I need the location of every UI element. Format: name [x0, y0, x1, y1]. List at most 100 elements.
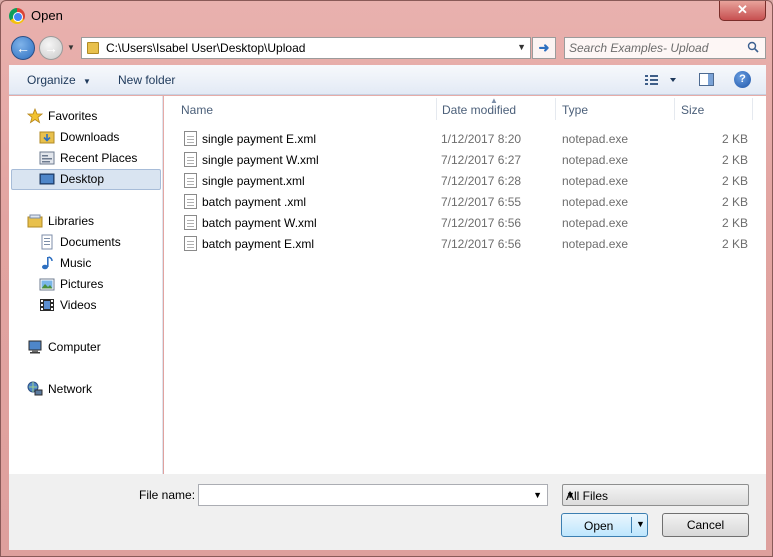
file-name-combobox[interactable]: ▼ — [198, 484, 548, 506]
xml-file-icon — [184, 173, 197, 188]
recent-places-icon — [39, 151, 55, 165]
chevron-down-icon: ▼ — [83, 77, 91, 86]
sidebar-item-label: Computer — [48, 340, 101, 354]
open-dialog: Open ✕ ← → ▼ C:\Users\Isabel User\Deskto… — [0, 0, 773, 557]
computer-icon — [28, 340, 42, 354]
go-button[interactable]: ➜ — [532, 37, 556, 59]
help-icon[interactable]: ? — [734, 71, 751, 88]
documents-icon — [41, 234, 53, 250]
sidebar-item-label: Recent Places — [60, 151, 138, 165]
file-size: 2 KB — [721, 174, 748, 188]
network-icon — [27, 381, 43, 396]
chrome-icon — [9, 8, 25, 24]
sidebar-item-label: Favorites — [48, 109, 98, 123]
change-view-icon[interactable] — [643, 72, 679, 88]
file-type: notepad.exe — [562, 153, 629, 167]
music-icon — [42, 256, 53, 270]
file-size: 2 KB — [721, 153, 748, 167]
organize-label: Organize — [27, 73, 76, 87]
sidebar-item-label: Music — [60, 256, 92, 270]
downloads-folder-icon — [39, 131, 55, 144]
new-folder-button[interactable]: New folder — [118, 73, 175, 87]
file-name-input[interactable] — [202, 487, 522, 503]
address-bar[interactable]: C:\Users\Isabel User\Desktop\Upload ▼ — [81, 37, 531, 59]
search-box[interactable] — [564, 37, 766, 59]
column-header-label: Size — [681, 103, 705, 117]
back-button[interactable]: ← — [11, 36, 35, 60]
file-type: notepad.exe — [562, 195, 629, 209]
search-icon[interactable] — [747, 41, 759, 53]
search-input[interactable] — [569, 40, 741, 56]
sidebar-item-label: Pictures — [60, 277, 104, 291]
desktop-icon — [39, 173, 55, 185]
column-header-label: Name — [181, 103, 214, 117]
file-date: 7/12/2017 6:55 — [441, 195, 522, 209]
arrow-right-icon: ➜ — [538, 40, 550, 55]
file-list[interactable]: Name ▲ Date modified Type Size single pa… — [164, 96, 766, 474]
recent-locations-dropdown[interactable]: ▼ — [67, 43, 77, 53]
column-header-label: Type — [562, 103, 589, 117]
file-size: 2 KB — [721, 195, 748, 209]
file-date: 7/12/2017 6:56 — [441, 216, 522, 230]
file-date: 1/12/2017 8:20 — [441, 132, 522, 146]
libraries-icon — [27, 214, 43, 228]
close-button[interactable]: ✕ — [719, 1, 766, 21]
title-bar: Open ✕ — [1, 1, 772, 31]
star-icon — [27, 108, 43, 124]
column-header-type[interactable]: Type — [556, 96, 674, 122]
folder-icon — [87, 42, 99, 54]
file-type-select[interactable]: All Files ▼ — [562, 484, 749, 506]
open-button[interactable]: Open ▼ — [561, 513, 648, 537]
file-name: batch payment W.xml — [202, 216, 317, 230]
open-button-label: Open — [584, 519, 614, 533]
dialog-footer: File name: ▼ All Files ▼ Open ▼ Cancel — [9, 474, 766, 550]
forward-arrow-icon: → — [44, 40, 58, 56]
chevron-down-icon: ▼ — [566, 490, 575, 500]
chevron-down-icon[interactable]: ▼ — [636, 519, 645, 529]
table-row[interactable]: single payment W.xml 7/12/2017 6:27 note… — [164, 149, 766, 170]
file-size: 2 KB — [721, 132, 748, 146]
chevron-down-icon[interactable]: ▼ — [533, 490, 542, 500]
file-date: 7/12/2017 6:28 — [441, 174, 522, 188]
forward-button[interactable]: → — [39, 36, 63, 60]
sidebar-item-label: Libraries — [48, 214, 95, 228]
split-divider — [631, 517, 632, 533]
preview-pane-icon[interactable] — [699, 73, 714, 86]
file-name: single payment E.xml — [202, 132, 317, 146]
pictures-icon — [39, 278, 55, 291]
file-type: notepad.exe — [562, 216, 629, 230]
table-row[interactable]: single payment.xml 7/12/2017 6:28 notepa… — [164, 170, 766, 191]
navigation-pane[interactable]: Favorites Downloads Recent Places Deskto… — [9, 96, 163, 474]
chevron-down-icon[interactable]: ▼ — [517, 42, 526, 52]
sidebar-item-label: Documents — [60, 235, 121, 249]
cancel-button[interactable]: Cancel — [662, 513, 749, 537]
file-date: 7/12/2017 6:56 — [441, 237, 522, 251]
file-size: 2 KB — [721, 237, 748, 251]
column-divider[interactable] — [752, 98, 753, 120]
sidebar-item-label: Network — [48, 382, 93, 396]
file-type: notepad.exe — [562, 132, 629, 146]
column-header-size[interactable]: Size — [675, 96, 751, 122]
column-header-label: Date modified — [442, 103, 517, 117]
file-type: notepad.exe — [562, 174, 629, 188]
column-header-name[interactable]: Name — [164, 96, 434, 122]
table-row[interactable]: batch payment E.xml 7/12/2017 6:56 notep… — [164, 233, 766, 254]
column-header-date-modified[interactable]: Date modified — [437, 96, 555, 122]
file-name: single payment W.xml — [202, 153, 319, 167]
address-path: C:\Users\Isabel User\Desktop\Upload — [106, 41, 306, 55]
back-arrow-icon: ← — [16, 40, 30, 56]
table-row[interactable]: batch payment W.xml 7/12/2017 6:56 notep… — [164, 212, 766, 233]
file-name-label: File name: — [139, 488, 196, 502]
sidebar-item-label: Videos — [60, 298, 97, 312]
table-row[interactable]: batch payment .xml 7/12/2017 6:55 notepa… — [164, 191, 766, 212]
file-name: batch payment .xml — [202, 195, 307, 209]
window-title: Open — [31, 8, 63, 23]
xml-file-icon — [184, 131, 197, 146]
sidebar-item-label: Downloads — [60, 130, 120, 144]
xml-file-icon — [184, 152, 197, 167]
organize-button[interactable]: Organize ▼ — [27, 73, 91, 87]
xml-file-icon — [184, 215, 197, 230]
table-row[interactable]: single payment E.xml 1/12/2017 8:20 note… — [164, 128, 766, 149]
file-name: single payment.xml — [202, 174, 305, 188]
file-name: batch payment E.xml — [202, 237, 315, 251]
